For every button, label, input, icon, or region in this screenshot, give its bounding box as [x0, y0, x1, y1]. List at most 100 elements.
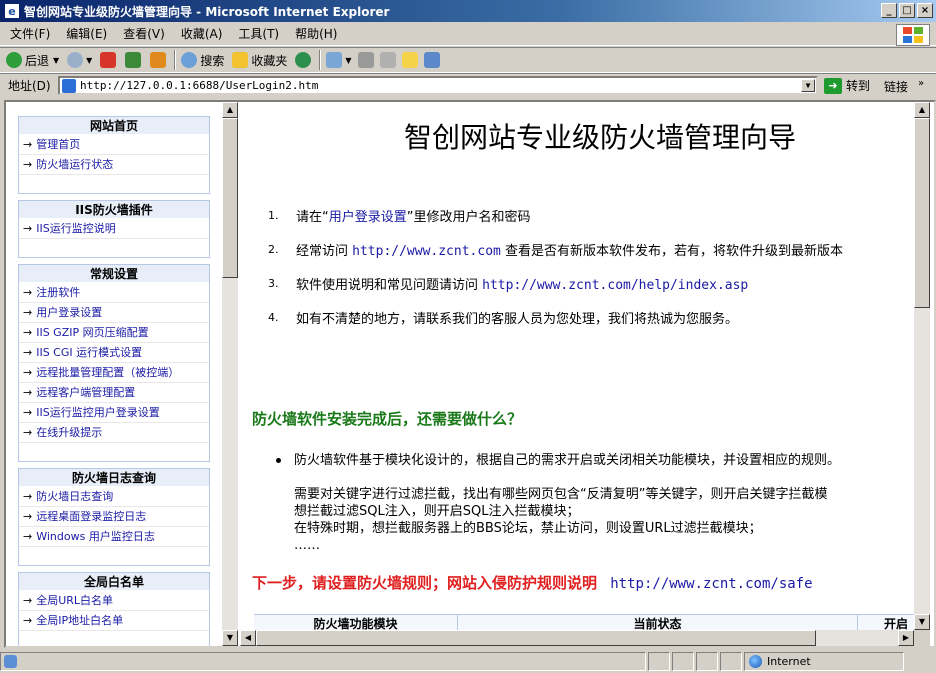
nav-section: 防火墙日志查询 → 防火墙日志查询 → 远程桌面登录监控日志 → Windows 用户监控日…: [18, 468, 210, 566]
arrow-right-icon: →: [23, 158, 33, 171]
next-step-text: 下一步，请设置防火墙规则；网站入侵防护规则说明: [252, 574, 598, 592]
nav-item-label: 防火墙运行状态: [36, 158, 114, 171]
favorites-star-icon: [232, 52, 249, 68]
address-dropdown-icon[interactable]: ▼: [801, 79, 815, 92]
nav-item[interactable]: → 远程客户端管理配置: [19, 383, 209, 403]
page-status-icon: [4, 655, 17, 668]
module-table-header: 防火墙功能模块 当前状态 开启: [254, 614, 914, 630]
links-button[interactable]: 链接: [884, 78, 908, 95]
step-link[interactable]: http://www.zcnt.com: [352, 244, 501, 259]
edit-icon[interactable]: [379, 52, 396, 68]
arrow-right-icon: →: [23, 594, 33, 607]
search-button[interactable]: 搜索: [181, 52, 224, 69]
status-cell: [696, 652, 718, 671]
favorites-button[interactable]: 收藏夹: [232, 52, 287, 69]
close-button[interactable]: ×: [917, 3, 933, 18]
nav-item[interactable]: → 在线升级提示: [19, 423, 209, 443]
window-titlebar[interactable]: e 智创网站专业级防火墙管理向导 - Microsoft Internet Ex…: [0, 0, 936, 22]
back-dropdown-icon[interactable]: ▼: [53, 56, 59, 65]
col-status: 当前状态: [458, 615, 858, 630]
main-scrollbar[interactable]: ▲ ▼: [914, 102, 930, 630]
forward-dropdown-icon[interactable]: ▼: [86, 56, 92, 65]
nav-item[interactable]: → 远程桌面登录监控日志: [19, 507, 209, 527]
nav-item[interactable]: → 管理首页: [19, 135, 209, 155]
step-text: 请在“用户登录设置”里修改用户名和密码: [296, 206, 531, 225]
menu-file[interactable]: 文件(F): [10, 25, 50, 42]
media-icon[interactable]: [295, 52, 312, 68]
nav-scroll-thumb[interactable]: [222, 118, 238, 278]
address-input[interactable]: http://127.0.0.1:6688/UserLogin2.htm ▼: [58, 76, 818, 95]
nav-item[interactable]: → IIS运行监控用户登录设置: [19, 403, 209, 423]
nav-section: 全局白名单 → 全局URL白名单 → 全局IP地址白名单: [18, 572, 210, 646]
arrow-right-icon: →: [23, 286, 33, 299]
discuss-icon[interactable]: [401, 52, 418, 68]
menu-tools[interactable]: 工具(T): [238, 25, 279, 42]
nav-item[interactable]: → IIS GZIP 网页压缩配置: [19, 323, 209, 343]
maximize-button[interactable]: □: [899, 3, 915, 18]
nav-item[interactable]: → 远程批量管理配置（被控端）: [19, 363, 209, 383]
arrow-right-icon: →: [23, 346, 33, 359]
nav-menu: 网站首页 → 管理首页 → 防火墙运行状态 IIS防火墙插件 → IIS运行监控说明 常规设置 →…: [18, 116, 210, 646]
scroll-up-icon[interactable]: ▲: [914, 102, 930, 118]
main-scroll-thumb[interactable]: [914, 118, 930, 308]
col-enable: 开启: [883, 617, 908, 630]
links-chevron-icon[interactable]: »: [918, 78, 924, 89]
forward-button[interactable]: ▼: [67, 52, 92, 68]
nav-item[interactable]: → 注册软件: [19, 283, 209, 303]
step-link[interactable]: 用户登录设置: [329, 210, 407, 225]
rules-doc-link[interactable]: http://www.zcnt.com/safe: [610, 576, 812, 592]
main-hscroll-thumb[interactable]: [256, 630, 816, 646]
nav-item-label: 远程客户端管理配置: [36, 386, 136, 399]
scroll-up-icon[interactable]: ▲: [222, 102, 238, 118]
step-text-post: ”里修改用户名和密码: [406, 210, 531, 225]
arrow-right-icon: →: [23, 490, 33, 503]
bullet-line: 防火墙软件基于模块化设计的，根据自己的需求开启或关闭相关功能模块，并设置相应的规…: [294, 453, 841, 468]
main-hscrollbar[interactable]: ◀ ▶: [240, 630, 914, 646]
nav-item[interactable]: → IIS运行监控说明: [19, 219, 209, 239]
home-icon[interactable]: [150, 52, 167, 68]
scroll-down-icon[interactable]: ▼: [222, 630, 238, 646]
arrow-right-icon: →: [23, 222, 33, 235]
nav-item[interactable]: → Windows 用户监控日志: [19, 527, 209, 547]
bullet-dot: [276, 458, 281, 463]
nav-section-title: IIS防火墙插件: [19, 201, 209, 219]
scroll-left-icon[interactable]: ◀: [240, 630, 256, 646]
arrow-right-icon: →: [23, 530, 33, 543]
step-link[interactable]: http://www.zcnt.com/help/index.asp: [482, 278, 748, 293]
nav-item[interactable]: → 用户登录设置: [19, 303, 209, 323]
stop-icon[interactable]: [100, 52, 117, 68]
setup-step: 2. 经常访问 http://www.zcnt.com 查看是否有新版本软件发布，…: [268, 240, 914, 274]
nav-section: 常规设置 → 注册软件 → 用户登录设置 → IIS GZIP 网页压缩配置 → IIS CGI…: [18, 264, 210, 462]
arrow-right-icon: →: [23, 426, 33, 439]
go-arrow-icon: ➜: [824, 77, 842, 94]
address-bar: 地址(D) http://127.0.0.1:6688/UserLogin2.h…: [0, 73, 936, 97]
messenger-icon[interactable]: [423, 52, 440, 68]
mail-icon[interactable]: [326, 52, 343, 68]
nav-item[interactable]: → 防火墙运行状态: [19, 155, 209, 175]
nav-item-label: 全局URL白名单: [36, 594, 114, 607]
nav-section: IIS防火墙插件 → IIS运行监控说明: [18, 200, 210, 258]
nav-item-label: 注册软件: [36, 286, 81, 299]
bullet-line: 想拦截过滤SQL注入，则开启SQL注入拦截模块；: [294, 504, 580, 519]
menu-favorites[interactable]: 收藏(A): [181, 25, 223, 42]
nav-item[interactable]: → IIS CGI 运行模式设置: [19, 343, 209, 363]
refresh-icon[interactable]: [125, 52, 142, 68]
nav-item[interactable]: → 防火墙日志查询: [19, 487, 209, 507]
nav-scrollbar[interactable]: ▲ ▼: [222, 102, 238, 646]
window-title: 智创网站专业级防火墙管理向导 - Microsoft Internet Expl…: [24, 4, 390, 19]
go-button[interactable]: ➜ 转到: [824, 77, 870, 94]
status-cell: [672, 652, 694, 671]
scroll-down-icon[interactable]: ▼: [914, 614, 930, 630]
back-button[interactable]: 后退 ▼: [6, 52, 59, 69]
menu-view[interactable]: 查看(V): [123, 25, 165, 42]
nav-item[interactable]: → 全局IP地址白名单: [19, 611, 209, 631]
menu-help[interactable]: 帮助(H): [295, 25, 337, 42]
nav-item[interactable]: → 全局URL白名单: [19, 591, 209, 611]
menu-edit[interactable]: 编辑(E): [66, 25, 107, 42]
security-zone[interactable]: Internet: [744, 652, 904, 671]
scroll-right-icon[interactable]: ▶: [898, 630, 914, 646]
print-icon[interactable]: [357, 52, 374, 68]
minimize-button[interactable]: _: [881, 3, 897, 18]
mail-dropdown-icon[interactable]: ▼: [345, 56, 351, 65]
